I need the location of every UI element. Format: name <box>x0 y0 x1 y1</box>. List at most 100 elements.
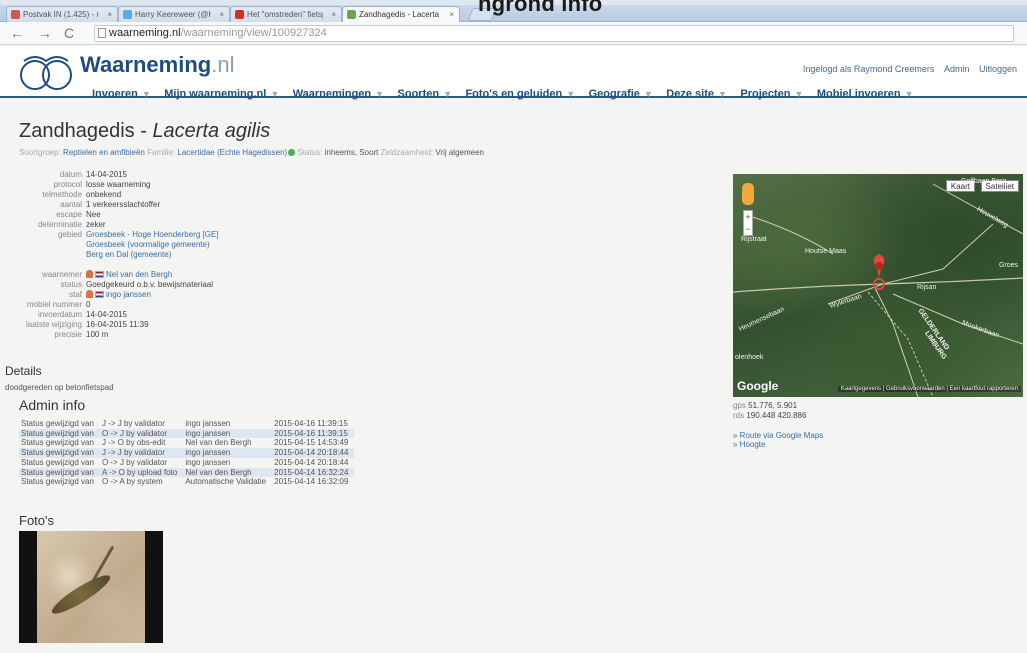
tab-twitter[interactable]: Harry Keereweer (@Harr × <box>118 6 230 22</box>
field-value: 16-04-2015 11:39 <box>86 320 149 330</box>
field-value: onbekend <box>86 190 121 200</box>
menu-label: Deze site <box>666 88 714 100</box>
url-host: waarneming.nl <box>109 27 181 39</box>
familie-label: Familie: <box>147 148 176 157</box>
status-value: inheems, Soort <box>324 148 379 157</box>
change-timestamp: 2015-04-14 16:32:09 <box>274 477 349 487</box>
menu-invoeren[interactable]: Invoeren ▼ <box>92 88 151 100</box>
field-label: escape <box>56 210 82 219</box>
familie-link[interactable]: Lacertidae (Echte Hagedissen) <box>177 148 287 157</box>
binoculars-logo-icon[interactable] <box>18 51 74 93</box>
status-label: Status: <box>297 148 323 157</box>
chevron-down-icon: ▼ <box>904 89 914 99</box>
person-icon <box>86 270 93 278</box>
field-value[interactable]: Groesbeek (voormalige gemeente) <box>86 240 210 250</box>
field-value-text: 16-04-2015 11:39 <box>86 320 149 329</box>
field-value-text: Nel van den Bergh <box>106 270 173 279</box>
map-footer[interactable]: Kaartgegevens | Gebruiksvoorwaarden | Ee… <box>837 386 1021 392</box>
map-label: Rijsan <box>917 284 937 291</box>
hoogte-link[interactable]: » Hoogte <box>733 440 823 449</box>
changed-by: ingo janssen <box>183 428 273 439</box>
menu-waarnemingen[interactable]: Waarnemingen ▼ <box>293 88 384 100</box>
pegman-icon[interactable] <box>742 183 754 205</box>
waarneming-icon <box>347 10 356 19</box>
field-value: 14-04-2015 <box>86 170 127 180</box>
tab-waarneming[interactable]: Zandhagedis - Lacerta agi × <box>342 6 460 22</box>
menu-deze-site[interactable]: Deze site ▼ <box>666 88 727 100</box>
site-name[interactable]: Waarneming.nl <box>80 52 234 78</box>
changed-by: Nel van den Bergh <box>185 438 252 448</box>
menu-fotos-en-geluiden[interactable]: Foto's en geluiden ▼ <box>465 88 575 100</box>
species-common-name: Zandhagedis <box>19 120 135 142</box>
field-label: waarnemer <box>41 270 82 279</box>
status-change-label: Status gewijzigd van <box>19 428 100 439</box>
field-value[interactable]: Nel van den Bergh <box>86 270 172 280</box>
field-value[interactable]: Groesbeek - Hoge Hoenderberg [GE] <box>86 230 219 240</box>
field-row: escape Nee <box>0 210 420 220</box>
lizard-photo[interactable] <box>19 531 163 643</box>
field-value: 0 <box>86 300 90 310</box>
page-icon <box>98 28 106 38</box>
menu-geografie[interactable]: Geografie ▼ <box>589 88 653 100</box>
back-arrow-icon[interactable]: ← <box>10 25 24 41</box>
field-row: mobiel nummer 0 <box>0 300 420 310</box>
table-row: Status gewijzigd van J -> O by obs-edit Ne… <box>19 438 354 448</box>
field-value-text: Groesbeek - Hoge Hoenderberg [GE] <box>86 230 219 239</box>
close-icon[interactable]: × <box>107 7 112 22</box>
map-links: » Route via Google Maps » Hoogte <box>733 431 823 449</box>
logout-link[interactable]: Uitloggen <box>979 64 1017 74</box>
menu-mijn-waarneming[interactable]: Mijn waarneming.nl ▼ <box>164 88 279 100</box>
field-row <box>0 260 420 270</box>
table-row: Status gewijzigd van O -> J by validator i… <box>19 428 355 439</box>
status-change-label: Status gewijzigd van <box>21 419 94 428</box>
address-bar[interactable]: waarneming.nl/waarneming/view/100927324 <box>94 25 1014 42</box>
field-label: determinatie <box>37 220 82 229</box>
field-row: aantal 1 verkeersslachtoffer <box>0 200 420 210</box>
status-green-icon <box>288 149 296 157</box>
close-icon[interactable]: × <box>449 7 454 22</box>
field-row: protocol losse waarneming <box>0 180 420 190</box>
route-google-maps-link[interactable]: » Route via Google Maps <box>733 431 823 440</box>
menu-soorten[interactable]: Soorten ▼ <box>398 88 452 100</box>
changed-by: Nel van den Bergh <box>183 467 273 478</box>
menu-label: Waarnemingen <box>292 88 372 100</box>
field-value[interactable]: Berg en Dal (gemeente) <box>86 250 171 260</box>
gmail-icon <box>11 10 20 19</box>
table-row: Status gewijzigd van O -> A by system Auto… <box>19 477 354 487</box>
close-icon[interactable]: × <box>331 7 336 22</box>
menu-mobiel-invoeren[interactable]: Mobiel invoeren ▼ <box>817 88 914 100</box>
changed-by: ingo janssen <box>185 457 231 467</box>
google-map[interactable]: + − Kaart Satelliet Golfbaan Berg Rijstra… <box>733 174 1023 397</box>
map-label: Groes <box>999 262 1019 269</box>
table-row: Status gewijzigd van A -> O by upload fot… <box>19 467 355 478</box>
menu-label: Foto's en geluiden <box>465 88 563 100</box>
tab-label: Harry Keereweer (@Harr <box>135 10 211 19</box>
soortgroep-link[interactable]: Reptielen en amfibieën <box>63 148 145 157</box>
zoom-control[interactable]: + − <box>743 210 753 236</box>
login-line: Ingelogd als Raymond Creemers Admin Uitl… <box>796 64 1017 74</box>
field-label: telmethode <box>42 190 82 199</box>
field-value-text: 100 m <box>86 330 109 339</box>
field-value-text: 1 verkeersslachtoffer <box>86 200 161 209</box>
status-transition: J -> J by validator <box>99 448 184 458</box>
field-value[interactable]: ingo janssen <box>86 290 151 300</box>
site-name-tld: .nl <box>211 52 235 77</box>
reload-icon[interactable]: C <box>64 25 74 41</box>
species-meta: Soortgroep: Reptielen en amfibieën Famil… <box>19 148 484 157</box>
status-transition: O -> J by validator <box>101 457 168 467</box>
logged-in-as[interactable]: Ingelogd als Raymond Creemers <box>803 64 935 74</box>
google-logo[interactable]: Google <box>737 379 778 393</box>
menu-label: Soorten <box>397 88 440 100</box>
field-row: datum 14-04-2015 <box>0 170 420 180</box>
tab-gmail[interactable]: Postvak IN (1.425) - r.cree × <box>6 6 118 22</box>
tab-youtube[interactable]: Het "omstreden" fietspad × <box>230 6 342 22</box>
field-row: waarnemer Nel van den Bergh <box>0 270 420 280</box>
tab-label: Postvak IN (1.425) - r.cree <box>23 10 99 19</box>
forward-arrow-icon[interactable]: → <box>38 25 52 41</box>
photos-heading: Foto's <box>19 513 54 528</box>
soortgroep-label: Soortgroep: <box>19 148 61 157</box>
admin-link[interactable]: Admin <box>944 64 970 74</box>
map-label: Golfbaan Berg <box>961 178 1007 185</box>
menu-projecten[interactable]: Projecten ▼ <box>740 88 803 100</box>
close-icon[interactable]: × <box>219 7 224 22</box>
